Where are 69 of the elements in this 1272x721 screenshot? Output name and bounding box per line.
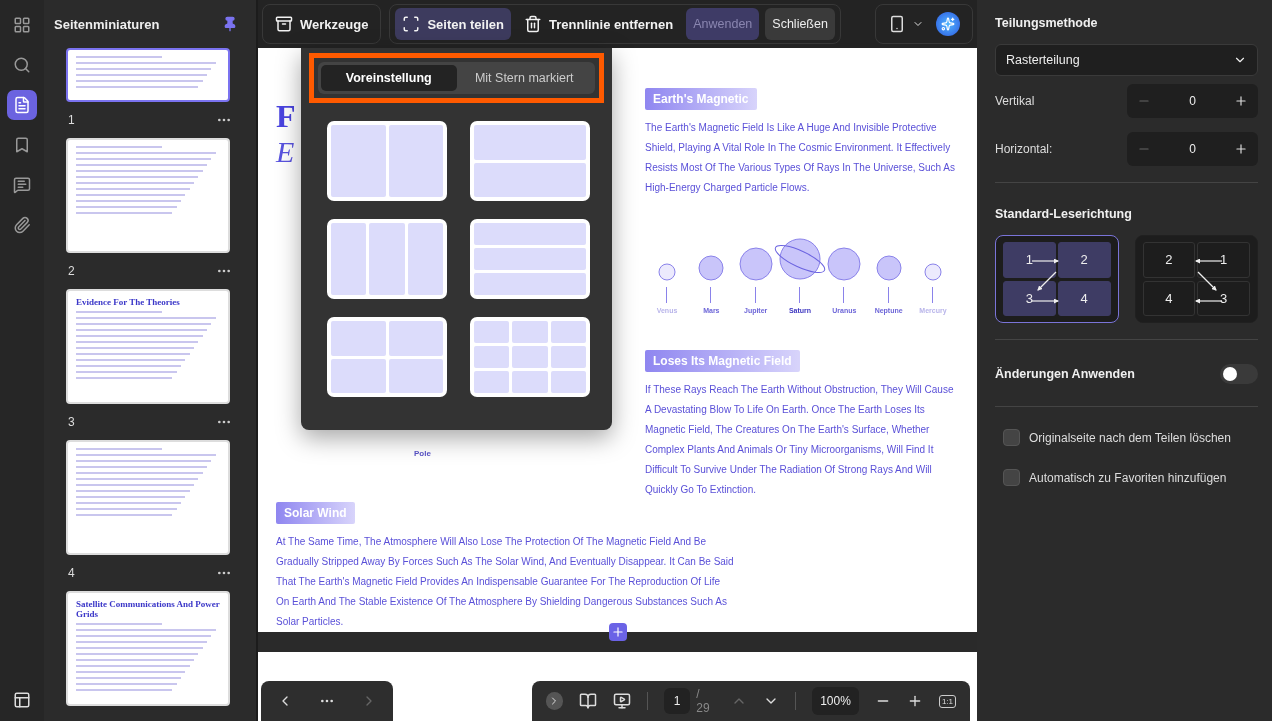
tick-line — [799, 287, 801, 303]
tick-line — [931, 287, 934, 303]
book-icon[interactable] — [579, 692, 597, 710]
page-total: / 29 — [696, 687, 711, 715]
page-field[interactable]: 1 — [663, 688, 691, 714]
assistant-icon[interactable] — [936, 12, 960, 36]
plus-icon[interactable] — [1234, 94, 1248, 108]
page-number: 1 — [68, 113, 75, 127]
zoom-field[interactable]: 100% — [812, 687, 859, 715]
split-icon — [402, 15, 421, 33]
method-select[interactable]: Rasterteilung — [995, 44, 1258, 76]
page-thumbnail[interactable]: Evidence For The Theories — [66, 289, 230, 404]
number-stepper[interactable]: 0 — [1127, 84, 1258, 118]
tick-line — [843, 287, 846, 303]
planet-icon — [658, 263, 676, 281]
panels-icon[interactable] — [13, 691, 31, 709]
toolbar-action-button[interactable]: Seiten teilen — [395, 8, 511, 40]
preset-tab[interactable]: Mit Stern markiert — [456, 65, 592, 91]
section-heading: Standard-Leserichtung — [995, 207, 1133, 221]
trash-icon — [524, 15, 542, 33]
page-number: 4 — [68, 566, 75, 580]
section-title: Loses Its Magnetic Field — [645, 350, 800, 372]
panel-title: Teilungsmethode — [995, 16, 1099, 30]
checkbox-label: Originalseite nach dem Teilen löschen — [1029, 430, 1231, 445]
number-stepper[interactable]: 0 — [1127, 132, 1258, 166]
checkbox[interactable] — [1003, 469, 1020, 486]
planet-icon — [923, 263, 942, 281]
device-icon[interactable] — [888, 15, 906, 33]
checkbox[interactable] — [1003, 429, 1020, 446]
planet-icon — [698, 255, 725, 281]
thumbnail-title: Evidence For The Theories — [76, 297, 181, 307]
expand-icon[interactable] — [546, 692, 563, 710]
presentation-icon[interactable] — [613, 692, 631, 710]
page-number: 2 — [68, 264, 75, 278]
reading-direction-option[interactable]: 2 1 4 3 — [1134, 235, 1258, 323]
tick-line — [887, 287, 890, 303]
tick-line — [754, 287, 757, 303]
reading-direction-option[interactable]: 1 2 3 4 — [995, 235, 1119, 323]
page-heading: F — [276, 98, 297, 135]
toolbox-icon — [275, 15, 293, 33]
pin-icon[interactable] — [222, 16, 238, 32]
page-subheading: E — [276, 135, 296, 169]
planet-icon — [875, 255, 902, 281]
page-thumbnail[interactable] — [66, 48, 230, 102]
actual-size-button[interactable]: 1:1 — [938, 694, 956, 708]
toolbar-action-button[interactable]: Trennlinie entfernen — [517, 8, 681, 40]
add-page-button[interactable] — [608, 623, 627, 641]
section-text: If These Rays Reach The Earth Without Obstruction, They Will Cause A Devastating Blow To Life On Earth. Once The Earth Loses Its Magnetic Field, The Creatures On The Earth's Surface, Whether Complex Plants And Animals Or Tiny Microorganisms, Will Find It Difficult To Survive Under The Radiation Of Strong Rays And Will Quickly Go To Extinction. — [645, 383, 955, 497]
page-thumbnail[interactable]: Satellite Communications And Power Grids — [66, 591, 230, 706]
toggle-switch[interactable] — [1220, 364, 1258, 384]
checkbox-label: Automatisch zu Favoriten hinzufügen — [1029, 470, 1227, 485]
section-title: Earth's Magnetic — [645, 88, 757, 110]
tick-line — [666, 287, 668, 303]
preset-tab[interactable]: Voreinstellung — [321, 65, 457, 91]
section-text: At The Same Time, The Atmosphere Will Also Lose The Protection Of The Magnetic Field And Be Gradually Stripped Away By Forces Such As The Solar Wind, And Eventually Disappear. It Can Be Said That The Earth's Magnetic Field Provides An Indispensable Guarantee For The Reproduction Of Life On Earth And The Stable Existence Of The Atmosphere By Shielding Dangerous Substances Such As Solar Particles. — [276, 535, 735, 629]
section-text: The Earth's Magnetic Field Is Like A Huge And Invisible Protective Shield, Playing A Vital Role In The Cosmic Environment. It Effectively Resists Most Of The Various Types Of Rays In The Universe, Such As High-Energy Charged Particle Flows. — [645, 121, 956, 195]
close-button[interactable]: Schließen — [765, 8, 835, 40]
page-number: 3 — [68, 415, 75, 429]
pages-icon[interactable] — [7, 90, 37, 120]
thumbnail-title: Satellite Communications And Power Grids — [76, 599, 220, 619]
plus-icon — [610, 625, 625, 639]
section-title: Solar Wind — [276, 502, 355, 524]
plus-icon[interactable] — [1234, 142, 1248, 156]
stepper-label: Vertikal — [995, 94, 1035, 108]
tick-line — [710, 287, 713, 303]
diagram-label: Pole — [414, 449, 432, 458]
stepper-label: Horizontal: — [995, 142, 1053, 156]
toggle-label: Änderungen Anwenden — [995, 367, 1135, 381]
sidebar-title: Seitenminiaturen — [54, 16, 160, 32]
